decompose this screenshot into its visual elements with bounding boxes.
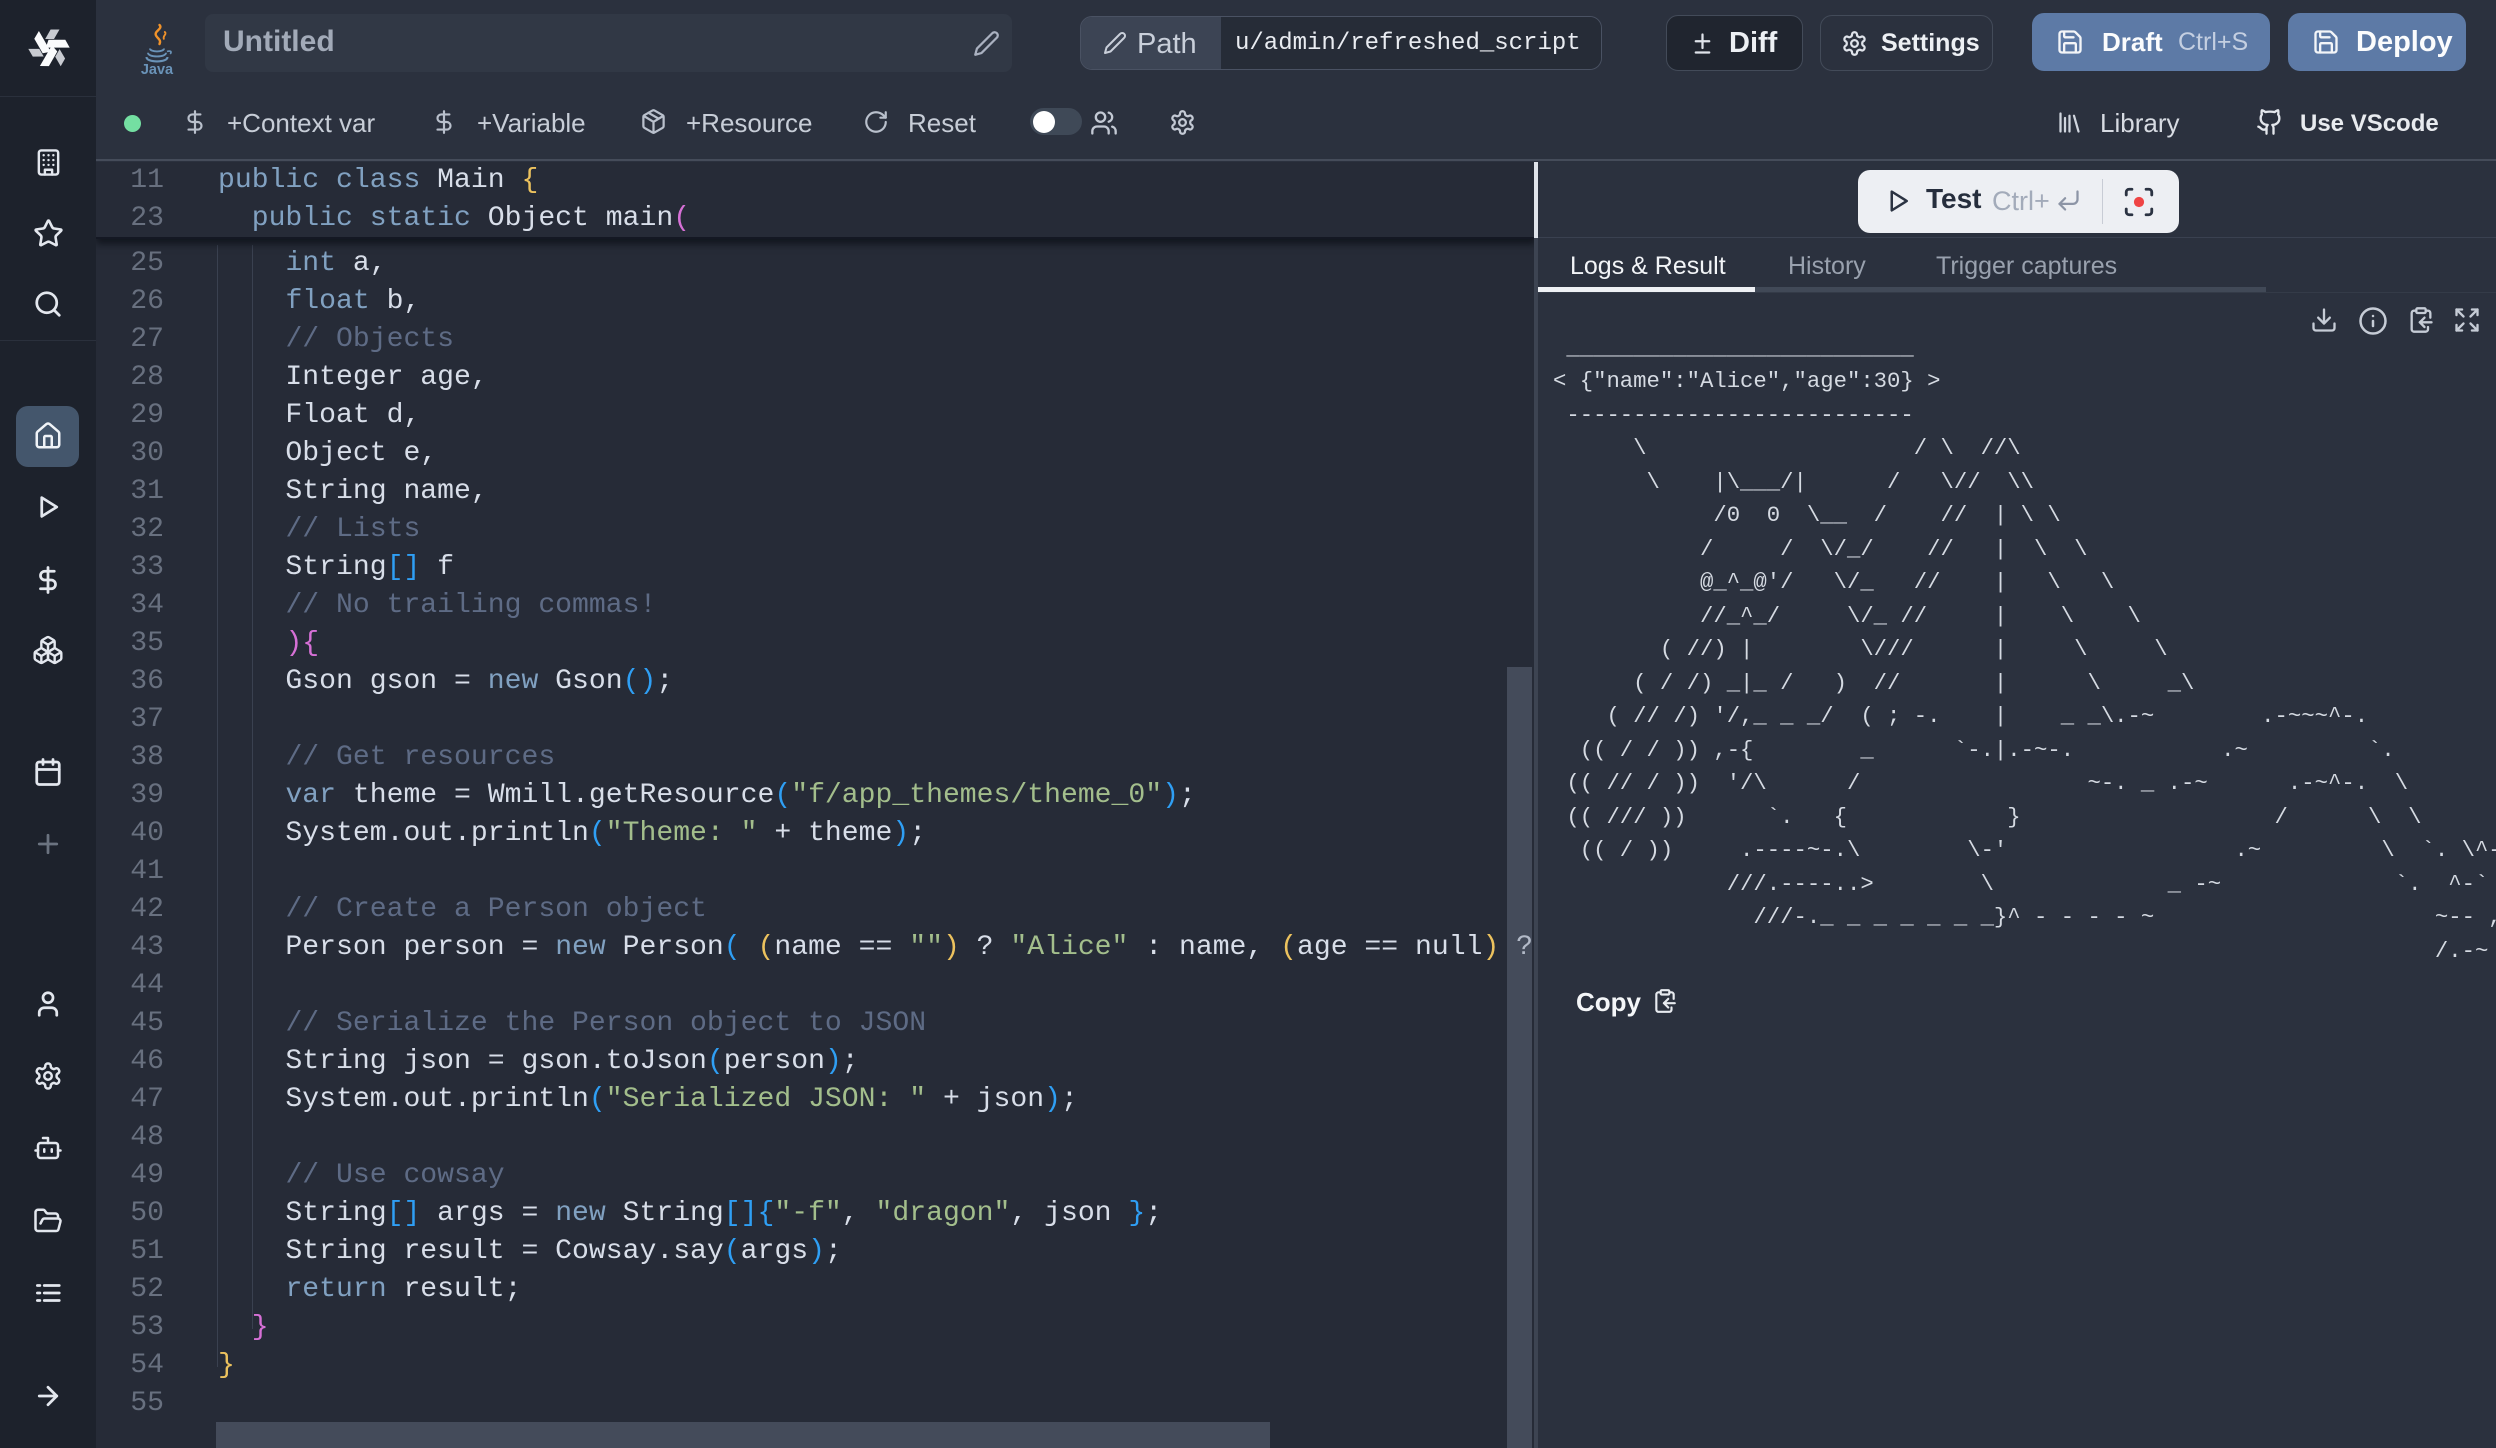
svg-text:Java: Java bbox=[141, 62, 174, 78]
